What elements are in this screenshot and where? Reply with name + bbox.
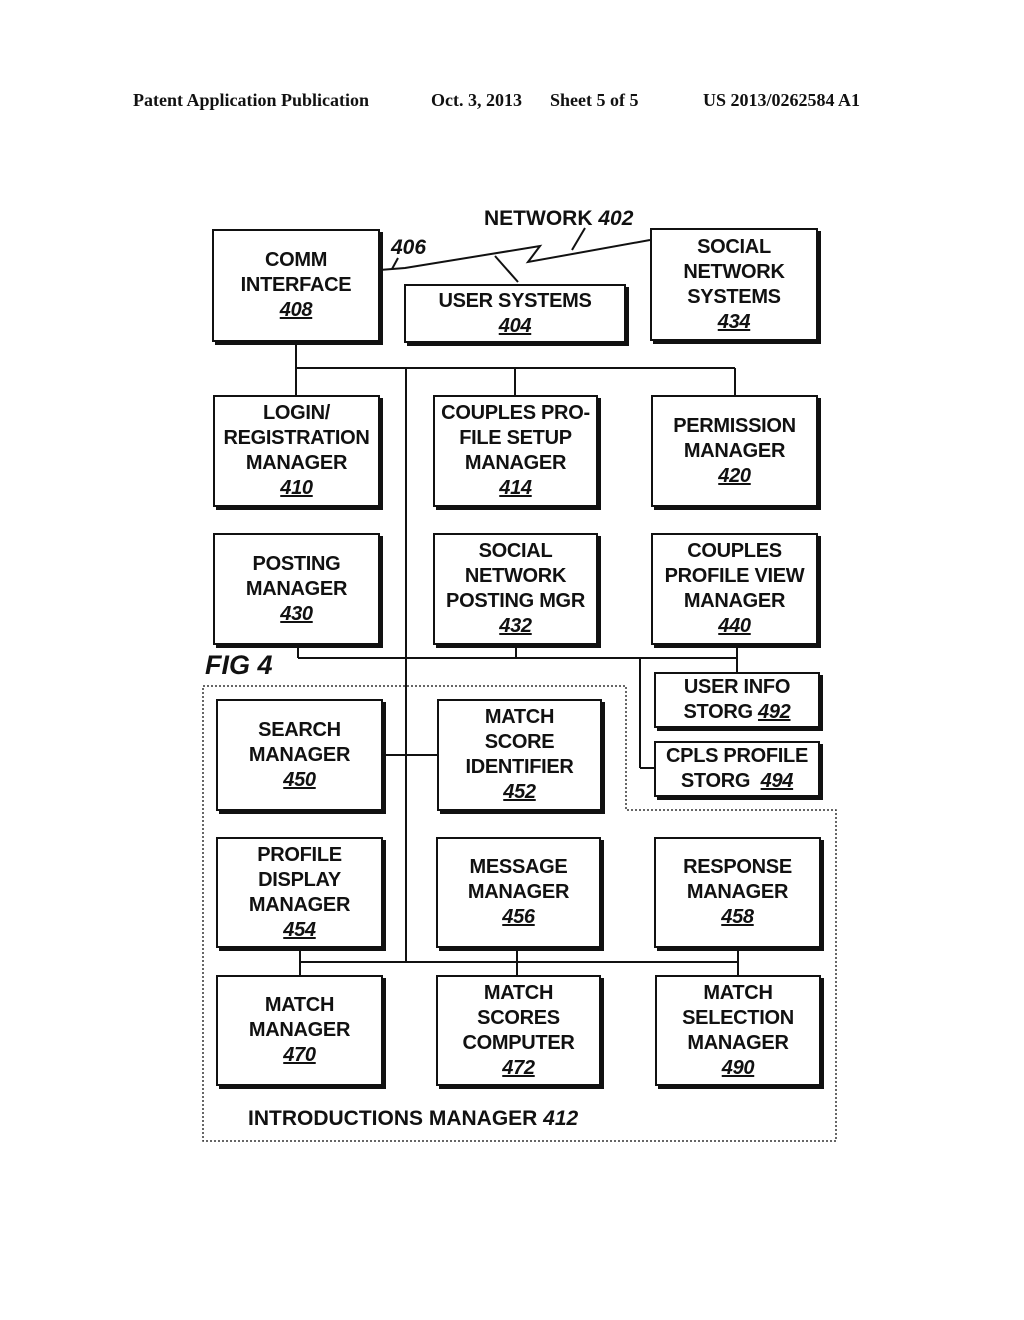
box-line: SEARCH	[258, 718, 341, 741]
profile-display-manager-box[interactable]: PROFILE DISPLAY MANAGER 454	[216, 837, 383, 948]
box-line: MANAGER	[248, 1019, 351, 1041]
box-ref: 470	[283, 1044, 316, 1066]
box-ref: 456	[502, 906, 535, 928]
introductions-manager-label: INTRODUCTIONS MANAGER 412	[248, 1107, 579, 1130]
box-line-text: STORG	[683, 701, 753, 723]
box-line: SCORE	[484, 731, 555, 753]
box-line: CPLS PROFILE	[666, 745, 808, 767]
cpls-profile-storage-box[interactable]: CPLS PROFILE STORG 494	[654, 741, 820, 797]
box-ref: 494	[760, 770, 794, 792]
box-ref: 452	[503, 781, 536, 803]
box-line: SCORES	[477, 1006, 560, 1029]
box-ref: 458	[721, 906, 754, 928]
message-manager-box[interactable]: MESSAGE MANAGER 456	[436, 837, 601, 948]
box-line: MATCH	[484, 706, 555, 728]
box-line: MATCH	[264, 994, 335, 1016]
box-line: MANAGER	[467, 881, 570, 903]
box-line: MATCH	[483, 981, 554, 1004]
box-ref: 472	[502, 1056, 535, 1079]
box-line: STORG 492	[683, 700, 790, 725]
box-ref: 492	[758, 701, 791, 723]
box-line: MESSAGE	[469, 856, 568, 878]
box-line: MANAGER	[248, 893, 351, 916]
box-line: DISPLAY	[258, 868, 341, 891]
match-selection-manager-box[interactable]: MATCH SELECTION MANAGER 490	[655, 975, 821, 1086]
match-score-identifier-box[interactable]: MATCH SCORE IDENTIFIER 452	[437, 699, 602, 811]
user-info-storage-box[interactable]: USER INFO STORG 492	[654, 672, 820, 728]
box-line: STORG 494	[680, 769, 794, 794]
box-line: SELECTION	[682, 1006, 794, 1029]
box-line: USER INFO	[683, 676, 791, 698]
box-ref: 490	[721, 1056, 755, 1079]
box-line: MANAGER	[248, 743, 351, 766]
match-manager-box[interactable]: MATCH MANAGER 470	[216, 975, 383, 1086]
match-scores-computer-box[interactable]: MATCH SCORES COMPUTER 472	[436, 975, 601, 1086]
box-ref: 450	[283, 768, 316, 791]
search-manager-box[interactable]: SEARCH MANAGER 450	[216, 699, 383, 811]
box-line: COMPUTER	[462, 1031, 575, 1054]
box-line: MATCH	[703, 981, 773, 1004]
box-line: RESPONSE	[683, 856, 792, 878]
box-line: MANAGER	[687, 1031, 789, 1054]
box-line: PROFILE	[257, 843, 342, 866]
box-ref: 454	[283, 918, 316, 941]
box-line-text: STORG	[680, 770, 751, 792]
response-manager-box[interactable]: RESPONSE MANAGER 458	[654, 837, 821, 948]
box-line: MANAGER	[686, 881, 789, 903]
box-line: IDENTIFIER	[465, 756, 574, 778]
